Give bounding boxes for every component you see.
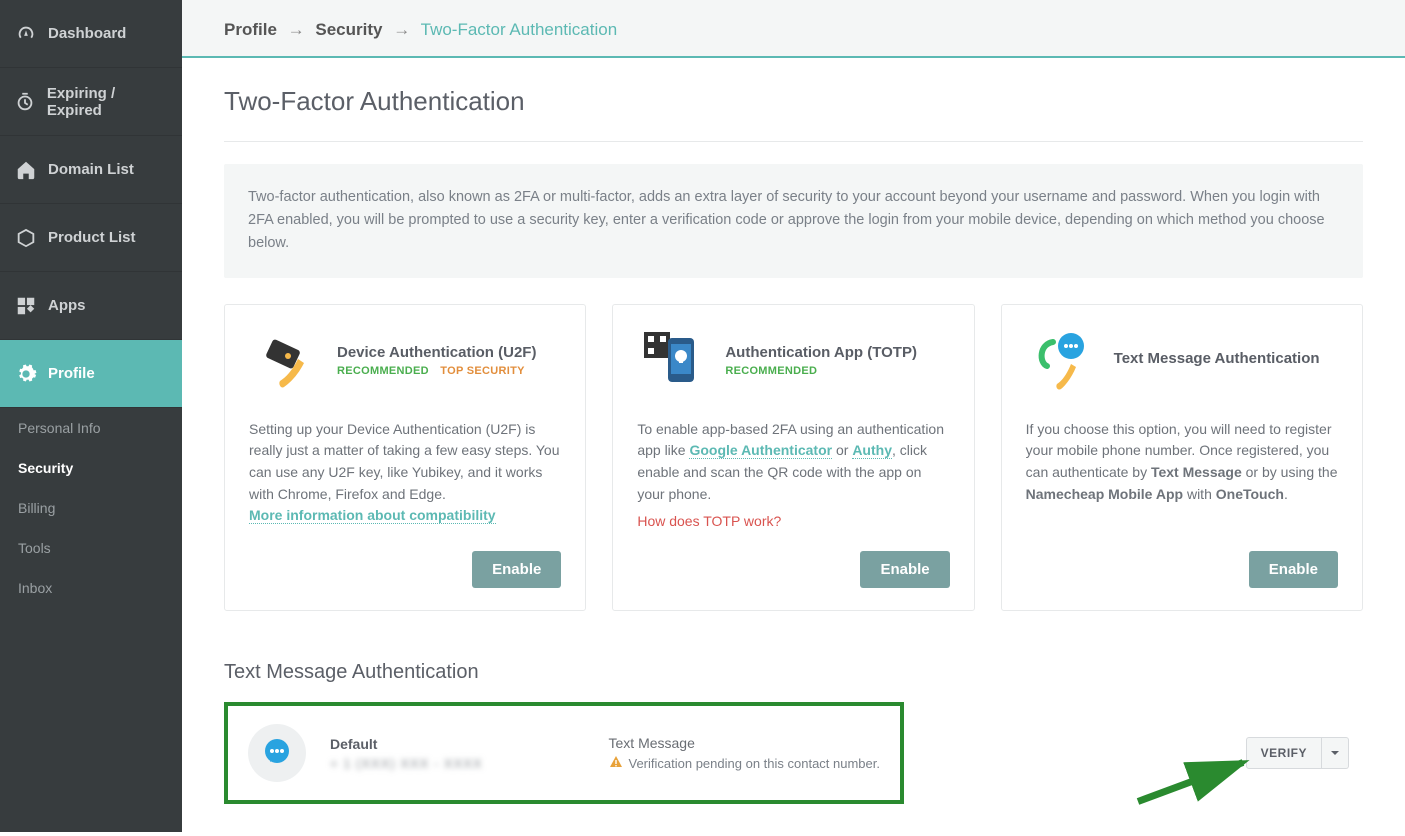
enable-u2f-button[interactable]: Enable xyxy=(472,551,561,588)
breadcrumb: Profile → Security → Two-Factor Authenti… xyxy=(224,20,1363,40)
card-totp: Authentication App (TOTP) RECOMMENDED To… xyxy=(612,304,974,611)
phone-row: Default + 1 (XXX) XXX - XXXX Text Messag… xyxy=(224,702,904,804)
box-icon xyxy=(14,227,38,249)
phone-method: Text Message xyxy=(609,735,881,751)
gear-icon xyxy=(14,363,38,385)
card-text: with xyxy=(1183,486,1216,502)
method-cards: Device Authentication (U2F) RECOMMENDED … xyxy=(224,304,1363,611)
home-icon xyxy=(14,159,38,181)
breadcrumb-security[interactable]: Security xyxy=(315,20,382,39)
chat-bubble-icon xyxy=(260,736,294,770)
enable-totp-button[interactable]: Enable xyxy=(860,551,949,588)
card-u2f: Device Authentication (U2F) RECOMMENDED … xyxy=(224,304,586,611)
card-sms: Text Message Authentication If you choos… xyxy=(1001,304,1363,611)
sms-touch-icon xyxy=(1026,325,1098,397)
phone-row-wrap: Default + 1 (XXX) XXX - XXXX Text Messag… xyxy=(224,702,1363,804)
sidebar-sub-personal[interactable]: Personal Info xyxy=(0,408,182,448)
phone-default-label: Default xyxy=(330,736,483,752)
link-authy[interactable]: Authy xyxy=(852,442,892,459)
sidebar: Dashboard Expiring / Expired Domain List… xyxy=(0,0,182,832)
explain-box: Two-factor authentication, also known as… xyxy=(224,164,1363,278)
clock-icon xyxy=(14,91,37,113)
sidebar-item-label: Profile xyxy=(48,365,95,382)
totp-phone-icon xyxy=(637,325,709,397)
sms-avatar xyxy=(248,724,306,782)
card-text-bold: Namecheap Mobile App xyxy=(1026,486,1183,502)
sidebar-sub-billing[interactable]: Billing xyxy=(0,488,182,528)
phone-number: + 1 (XXX) XXX - XXXX xyxy=(330,756,483,771)
verify-dropdown-button[interactable] xyxy=(1322,737,1349,769)
link-google-authenticator[interactable]: Google Authenticator xyxy=(689,442,832,459)
verify-button-group: VERIFY xyxy=(1246,737,1349,769)
sidebar-item-domainlist[interactable]: Domain List xyxy=(0,136,182,204)
card-text: or by using the xyxy=(1242,464,1338,480)
breadcrumb-profile[interactable]: Profile xyxy=(224,20,277,39)
card-body: If you choose this option, you will need… xyxy=(1026,419,1338,533)
badge-recommended: RECOMMENDED xyxy=(337,365,429,377)
sidebar-item-label: Domain List xyxy=(48,161,134,178)
card-title: Authentication App (TOTP) xyxy=(725,344,917,361)
sidebar-item-dashboard[interactable]: Dashboard xyxy=(0,0,182,68)
breadcrumb-bar: Profile → Security → Two-Factor Authenti… xyxy=(182,0,1405,58)
card-text: Setting up your Device Authentication (U… xyxy=(249,421,560,502)
sidebar-sub-inbox[interactable]: Inbox xyxy=(0,568,182,608)
caret-down-icon xyxy=(1330,748,1340,758)
breadcrumb-current: Two-Factor Authentication xyxy=(421,20,618,39)
sidebar-sub-security[interactable]: Security xyxy=(0,448,182,488)
link-u2f-compat[interactable]: More information about compatibility xyxy=(249,507,496,524)
card-title: Text Message Authentication xyxy=(1114,350,1320,367)
card-text-bold: OneTouch xyxy=(1216,486,1284,502)
gauge-icon xyxy=(14,23,38,45)
card-body: Setting up your Device Authentication (U… xyxy=(249,419,561,533)
sidebar-item-label: Dashboard xyxy=(48,25,126,42)
card-title: Device Authentication (U2F) xyxy=(337,344,536,361)
sms-section-title: Text Message Authentication xyxy=(224,661,1363,684)
sidebar-item-productlist[interactable]: Product List xyxy=(0,204,182,272)
badge-top-security: TOP SECURITY xyxy=(440,365,525,377)
sidebar-item-label: Product List xyxy=(48,229,136,246)
sidebar-sub-tools[interactable]: Tools xyxy=(0,528,182,568)
breadcrumb-sep: → xyxy=(288,20,305,39)
enable-sms-button[interactable]: Enable xyxy=(1249,551,1338,588)
sidebar-item-label: Apps xyxy=(48,297,86,314)
sidebar-item-profile[interactable]: Profile xyxy=(0,340,182,408)
pending-text: Verification pending on this contact num… xyxy=(629,756,881,771)
annotation-arrow xyxy=(1133,756,1253,811)
sidebar-item-apps[interactable]: Apps xyxy=(0,272,182,340)
card-text-bold: Text Message xyxy=(1151,464,1242,480)
verify-button[interactable]: VERIFY xyxy=(1246,737,1322,769)
apps-icon xyxy=(14,295,38,317)
link-totp-how[interactable]: How does TOTP work? xyxy=(637,511,781,533)
card-body: To enable app-based 2FA using an authent… xyxy=(637,419,949,533)
card-text: or xyxy=(832,442,852,458)
card-text: . xyxy=(1284,486,1288,502)
page-title: Two-Factor Authentication xyxy=(224,86,1363,142)
sidebar-item-label: Expiring / Expired xyxy=(47,85,168,119)
u2f-key-icon xyxy=(249,325,321,397)
breadcrumb-sep: → xyxy=(393,20,410,39)
sidebar-item-expiring[interactable]: Expiring / Expired xyxy=(0,68,182,136)
warning-icon xyxy=(609,755,623,772)
badge-recommended: RECOMMENDED xyxy=(725,365,817,377)
